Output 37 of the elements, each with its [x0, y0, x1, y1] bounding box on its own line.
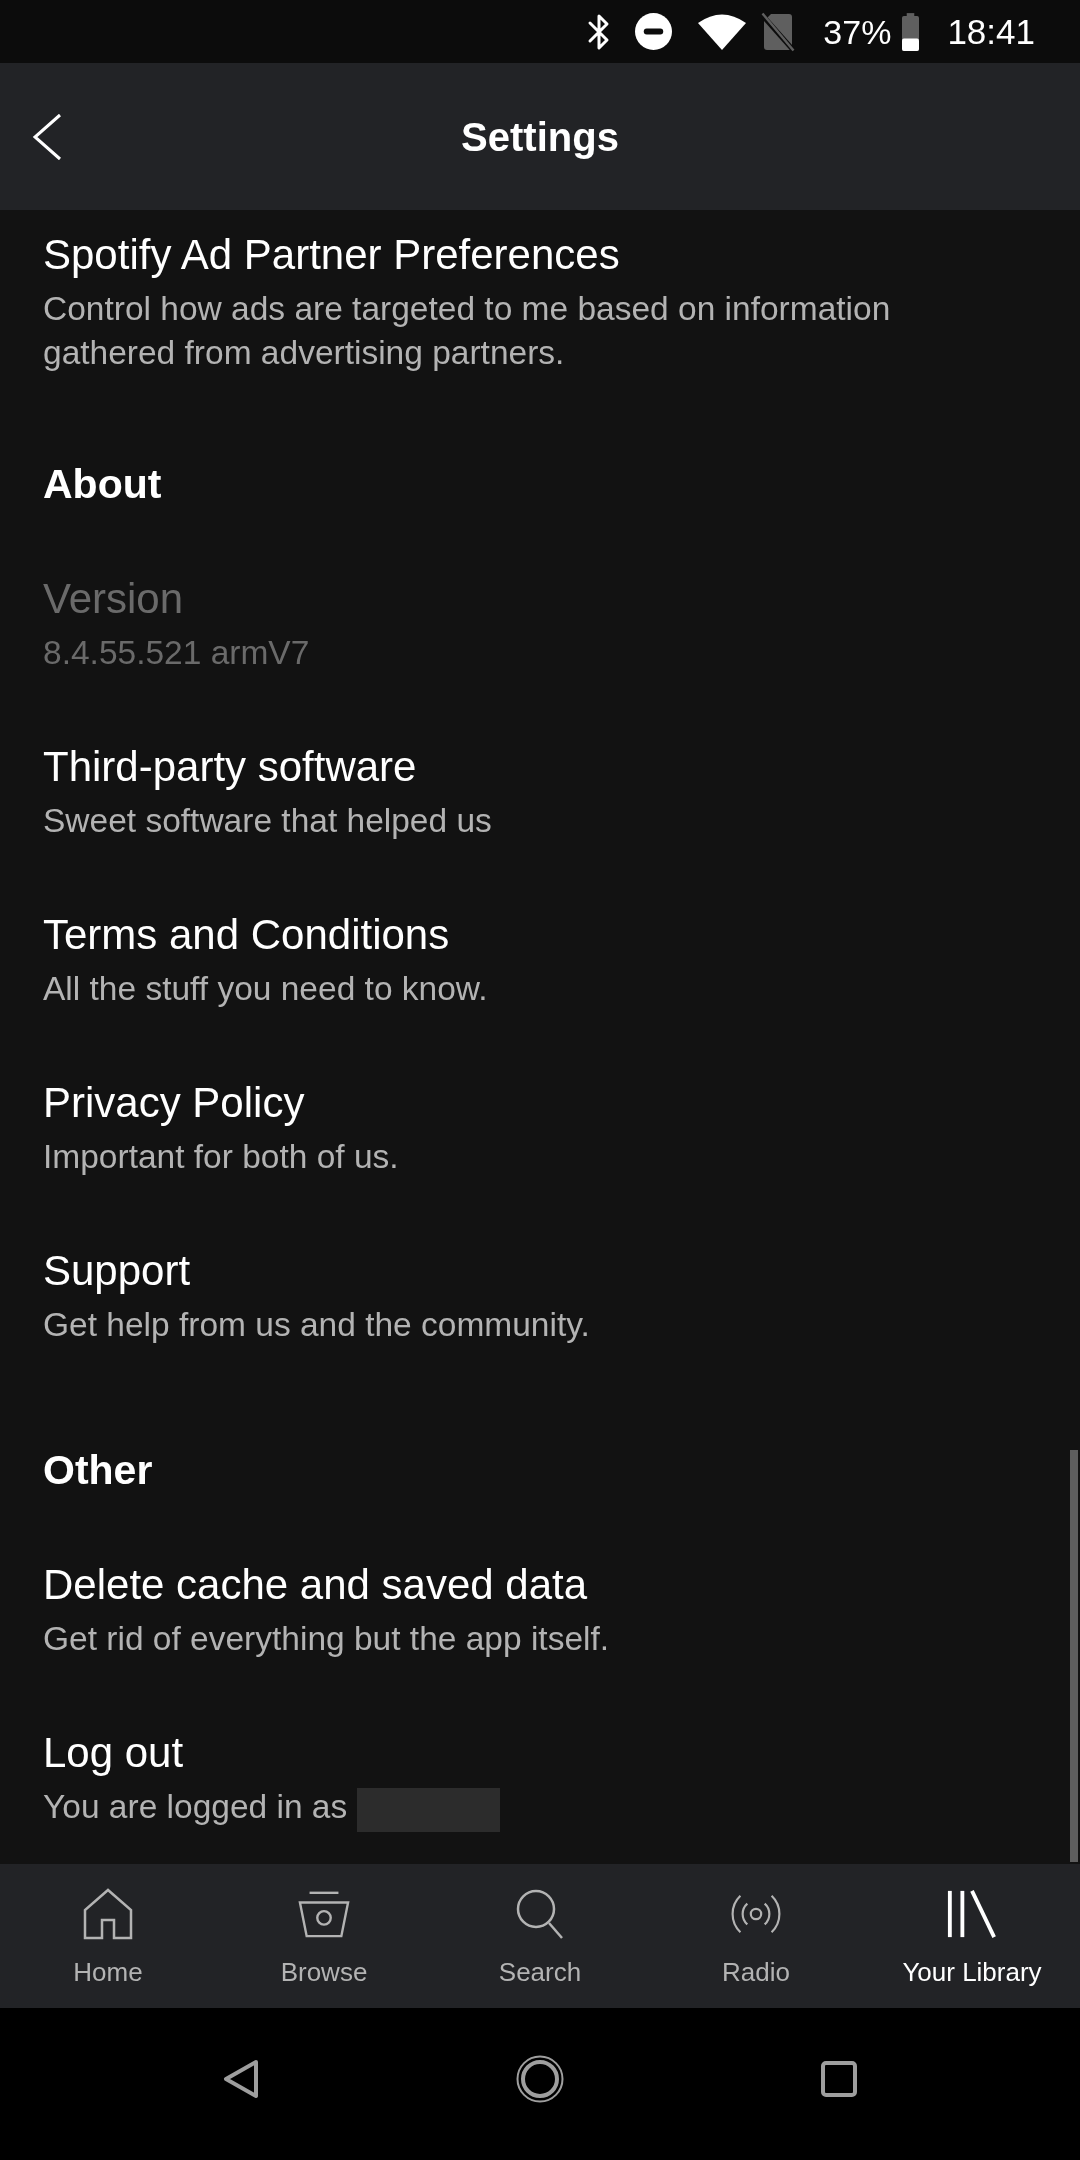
clock-time: 18:41: [947, 11, 1035, 52]
library-icon: [946, 1888, 998, 1940]
nav-tab[interactable]: Browse: [216, 1864, 432, 2008]
nav-tab[interactable]: Home: [0, 1864, 216, 2008]
setting-description: Important for both of us.: [43, 1138, 399, 1175]
setting-description: Get rid of everything but the app itself.: [43, 1620, 610, 1657]
battery-icon: [902, 12, 920, 51]
setting-title[interactable]: Spotify Ad Partner Preferences: [43, 231, 620, 279]
do-not-disturb-icon: [635, 13, 673, 50]
setting-title[interactable]: Log out: [43, 1729, 184, 1777]
setting-title: Version: [43, 575, 184, 623]
section-heading: Other: [43, 1446, 153, 1494]
nav-tab[interactable]: Radio: [648, 1864, 864, 2008]
nav-home-icon[interactable]: [516, 2055, 564, 2103]
setting-description: Sweet software that helped us: [43, 802, 492, 839]
nav-recents-icon[interactable]: [820, 2060, 858, 2098]
setting-description: You are logged in as: [43, 1788, 348, 1825]
nav-tab[interactable]: Your Library: [864, 1864, 1080, 2008]
setting-description: All the stuff you need to know.: [43, 970, 488, 1007]
battery-percentage: 37%: [823, 11, 892, 52]
setting-title[interactable]: Support: [43, 1247, 191, 1295]
wifi-icon: [697, 13, 748, 50]
house-icon: [82, 1888, 134, 1940]
setting-title[interactable]: Privacy Policy: [43, 1079, 305, 1127]
setting-description: Control how ads are targeted to me based on information gathered from advertising partners.: [43, 290, 891, 371]
setting-description: 8.4.55.521 armV7: [43, 634, 310, 671]
nav-back-icon[interactable]: [223, 2059, 259, 2099]
nav-tab[interactable]: Search: [432, 1864, 648, 2008]
chevron-left-icon: [32, 112, 62, 161]
setting-title[interactable]: Delete cache and saved data: [43, 1561, 588, 1609]
search-icon: [514, 1888, 566, 1940]
setting-title[interactable]: Terms and Conditions: [43, 911, 450, 959]
page-title: Settings: [461, 113, 619, 161]
no-sim-icon: [761, 11, 796, 52]
section-heading: About: [43, 460, 162, 508]
setting-description: Get help from us and the community.: [43, 1306, 590, 1343]
setting-title[interactable]: Third-party software: [43, 743, 417, 791]
